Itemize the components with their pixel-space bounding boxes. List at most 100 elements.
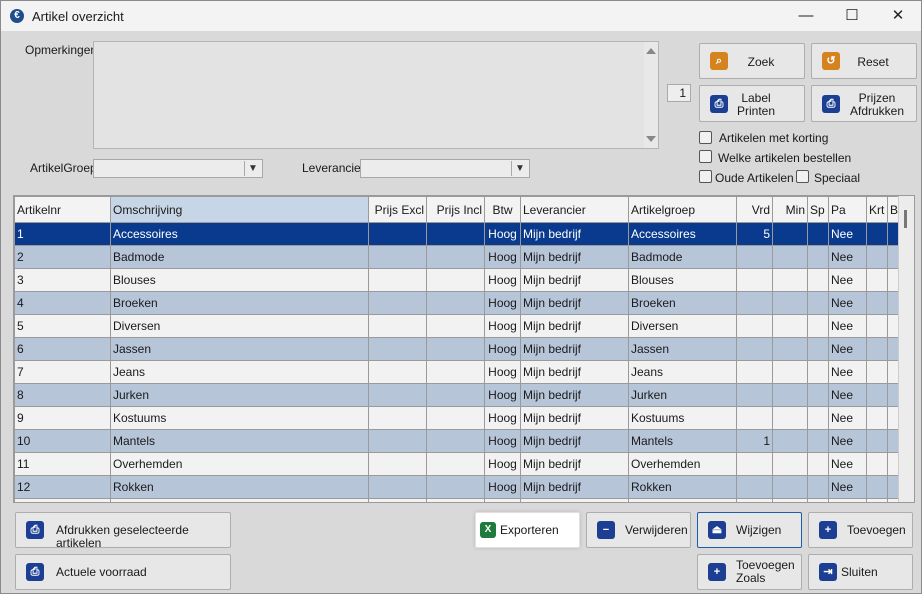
table-cell[interactable] [426,268,485,292]
table-cell[interactable] [368,498,427,502]
table-cell[interactable] [426,291,485,315]
table-cell[interactable] [426,406,485,430]
table-cell[interactable] [866,452,888,476]
remarks-textarea[interactable] [93,41,659,149]
old-articles-checkbox[interactable] [699,170,712,183]
table-cell[interactable]: Mijn bedrijf [520,337,629,361]
table-cell[interactable]: Hoog [484,268,521,292]
table-cell[interactable] [772,475,808,499]
table-cell[interactable] [866,337,888,361]
table-cell[interactable]: 7 [14,360,111,384]
table-cell[interactable]: Diversen [628,314,737,338]
table-cell[interactable] [772,268,808,292]
table-cell[interactable] [426,222,485,246]
table-cell[interactable]: Blouses [628,268,737,292]
table-cell[interactable]: Nee [828,291,867,315]
table-cell[interactable] [426,360,485,384]
table-cell[interactable] [807,222,829,246]
table-cell[interactable] [368,314,427,338]
close-window-button[interactable]: ✕ [875,1,921,31]
table-cell[interactable] [736,291,773,315]
table-cell[interactable] [368,291,427,315]
table-cell[interactable] [772,429,808,453]
minimize-button[interactable]: — [783,1,829,31]
table-cell[interactable] [368,452,427,476]
table-cell[interactable] [426,337,485,361]
table-cell[interactable]: Nee [828,245,867,269]
table-cell[interactable]: Hoog [484,383,521,407]
table-cell[interactable] [772,291,808,315]
table-cell[interactable]: Jeans [628,360,737,384]
delete-button[interactable]: − Verwijderen [586,512,691,548]
table-cell[interactable] [368,383,427,407]
scrollbar-thumb[interactable] [904,210,907,228]
table-row[interactable]: 8 Jurken Hoog Mijn bedrijf Jurken Nee [14,383,902,407]
table-cell[interactable]: Nee [828,383,867,407]
order-checkbox[interactable] [699,150,712,163]
table-cell[interactable] [520,498,629,502]
table-cell[interactable] [368,337,427,361]
table-cell[interactable]: Mijn bedrijf [520,406,629,430]
grid-scrollbar[interactable] [898,196,914,502]
table-cell[interactable]: Blouses [110,268,369,292]
table-row[interactable]: 9 Kostuums Hoog Mijn bedrijf Kostuums Nee [14,406,902,430]
table-cell[interactable] [426,314,485,338]
table-row[interactable]: 11 Overhemden Hoog Mijn bedrijf Overhemden Ne… [14,452,902,476]
table-cell[interactable]: Mijn bedrijf [520,452,629,476]
table-cell[interactable]: Nee [828,222,867,246]
column-header[interactable]: Min [772,196,808,223]
table-cell[interactable] [736,360,773,384]
table-cell[interactable] [368,222,427,246]
table-row[interactable]: 5 Diversen Hoog Mijn bedrijf Diversen Nee [14,314,902,338]
table-cell[interactable] [807,429,829,453]
column-header[interactable]: Prijs Excl [368,196,427,223]
table-cell[interactable]: Kostuums [628,406,737,430]
table-cell[interactable]: 5 [14,314,111,338]
table-cell[interactable]: Accessoires [110,222,369,246]
table-cell[interactable] [736,475,773,499]
column-header[interactable]: Omschrijving [110,196,369,223]
table-cell[interactable]: Overhemden [628,452,737,476]
table-cell[interactable]: Rokken [110,475,369,499]
table-cell[interactable] [866,383,888,407]
table-cell[interactable] [828,498,867,502]
table-cell[interactable] [736,452,773,476]
table-cell[interactable] [736,337,773,361]
table-cell[interactable]: Hoog [484,406,521,430]
remarks-scrollbar[interactable] [644,42,658,148]
add-as-button[interactable]: + Toevoegen Zoals [697,554,802,590]
column-header[interactable]: Prijs Incl [426,196,485,223]
label-print-button[interactable]: ⎙ Label Printen [699,85,805,122]
table-cell[interactable] [807,452,829,476]
table-cell[interactable]: Badmode [628,245,737,269]
scroll-up-arrow-icon[interactable] [646,48,656,54]
table-row[interactable]: 7 Jeans Hoog Mijn bedrijf Jeans Nee [14,360,902,384]
table-cell[interactable]: Hoog [484,337,521,361]
table-cell[interactable] [368,268,427,292]
table-cell[interactable] [736,268,773,292]
table-cell[interactable] [807,268,829,292]
table-cell[interactable] [807,406,829,430]
table-cell[interactable]: 10 [14,429,111,453]
export-button[interactable]: X Exporteren [475,512,580,548]
table-cell[interactable] [736,383,773,407]
table-row[interactable]: 6 Jassen Hoog Mijn bedrijf Jassen Nee [14,337,902,361]
table-cell[interactable]: Jeans [110,360,369,384]
table-cell[interactable]: Mijn bedrijf [520,245,629,269]
table-row[interactable]: 10 Mantels Hoog Mijn bedrijf Mantels 1 Nee [14,429,902,453]
table-cell[interactable] [14,498,111,502]
column-header[interactable]: Leverancier [520,196,629,223]
table-cell[interactable]: Hoog [484,291,521,315]
table-cell[interactable]: Mijn bedrijf [520,314,629,338]
table-cell[interactable]: Kostuums [110,406,369,430]
chevron-down-icon[interactable]: ▼ [511,161,528,176]
table-cell[interactable]: 1 [736,429,773,453]
table-cell[interactable] [866,406,888,430]
table-cell[interactable]: Nee [828,475,867,499]
edit-button[interactable]: ⏏ Wijzigen [697,512,802,548]
table-cell[interactable]: Hoog [484,222,521,246]
table-cell[interactable]: 12 [14,475,111,499]
table-cell[interactable]: Nee [828,360,867,384]
table-cell[interactable]: 1 [14,222,111,246]
table-cell[interactable]: 6 [14,337,111,361]
